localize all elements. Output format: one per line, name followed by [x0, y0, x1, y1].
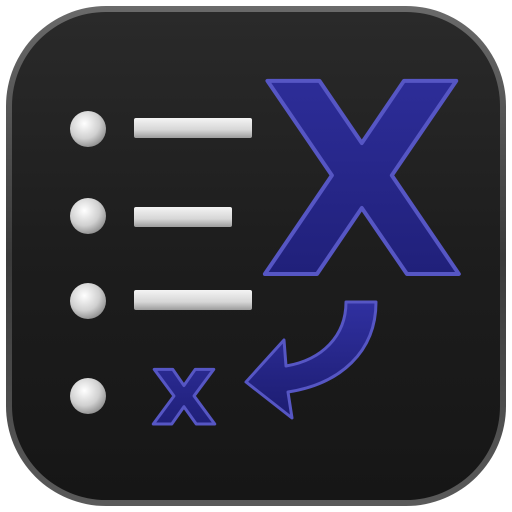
small-x-letter: x [152, 331, 217, 448]
app-icon: X x [0, 0, 512, 512]
list-bar-1 [134, 118, 252, 138]
app-icon-graphic: X x [6, 6, 506, 506]
list-bullet-1 [70, 111, 106, 147]
big-x-letter: X [260, 29, 464, 337]
list-bullet-2 [70, 198, 106, 234]
list-bar-3 [134, 290, 252, 310]
list-bullet-4 [70, 378, 106, 414]
list-bar-2 [134, 207, 232, 227]
list-bullet-3 [70, 283, 106, 319]
